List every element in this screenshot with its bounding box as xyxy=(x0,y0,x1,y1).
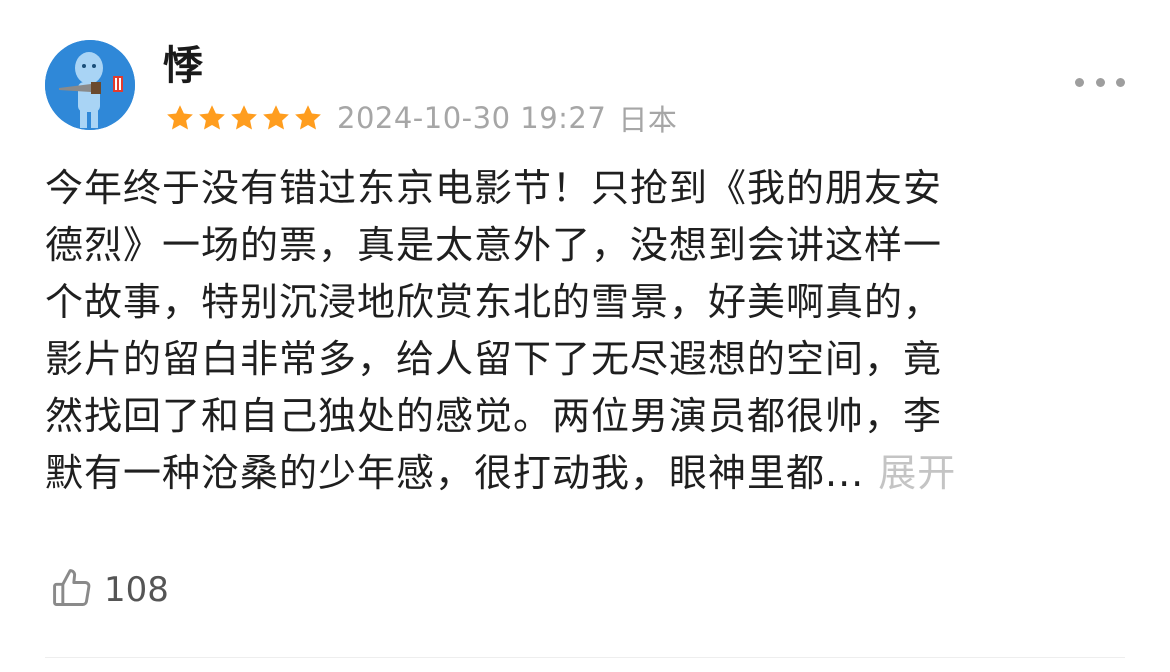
review-meta: 2024-10-30 19:27 日本 xyxy=(165,98,677,138)
star-icon xyxy=(197,103,227,133)
review-text-line: 影片的留白非常多，给人留下了无尽遐想的空间，竟 xyxy=(45,337,943,381)
review-text-line: 个故事，特别沉浸地欣赏东北的雪景，好美啊真的， xyxy=(45,280,943,324)
avatar-figure-icon xyxy=(45,40,135,130)
like-button[interactable]: 108 xyxy=(50,565,169,615)
review-text-line-last: 默有一种沧桑的少年感，很打动我，眼神里都... 展开 xyxy=(45,445,1125,502)
more-icon-dot xyxy=(1075,77,1084,87)
star-icon xyxy=(261,103,291,133)
star-icon xyxy=(229,103,259,133)
star-rating xyxy=(165,103,323,133)
more-icon-dot xyxy=(1116,77,1125,87)
review-card: 悸 2024-10-30 19:27 日本 今年终于没有错过东京电影节！只抢到《… xyxy=(0,0,1170,672)
expand-link[interactable]: 展开 xyxy=(878,451,956,495)
more-icon-dot xyxy=(1095,77,1105,87)
star-icon xyxy=(165,103,195,133)
review-location: 日本 xyxy=(618,103,678,137)
username[interactable]: 悸 xyxy=(163,40,203,92)
divider xyxy=(45,657,1125,658)
more-options-button[interactable] xyxy=(1075,70,1125,94)
like-count: 108 xyxy=(104,570,169,610)
review-text-line: 德烈》一场的票，真是太意外了，没想到会讲这样一 xyxy=(45,223,943,267)
review-text-line: 今年终于没有错过东京电影节！只抢到《我的朋友安 xyxy=(45,166,943,210)
thumbs-up-icon xyxy=(50,566,94,614)
review-timestamp: 2024-10-30 19:27 xyxy=(337,101,607,135)
review-text: 今年终于没有错过东京电影节！只抢到《我的朋友安 德烈》一场的票，真是太意外了，没… xyxy=(45,160,1125,502)
star-icon xyxy=(293,103,323,133)
review-text-line: 然找回了和自己独处的感觉。两位男演员都很帅，李 xyxy=(45,394,943,438)
review-text-line: 默有一种沧桑的少年感，很打动我，眼神里都... xyxy=(45,451,865,495)
avatar[interactable] xyxy=(45,40,135,130)
